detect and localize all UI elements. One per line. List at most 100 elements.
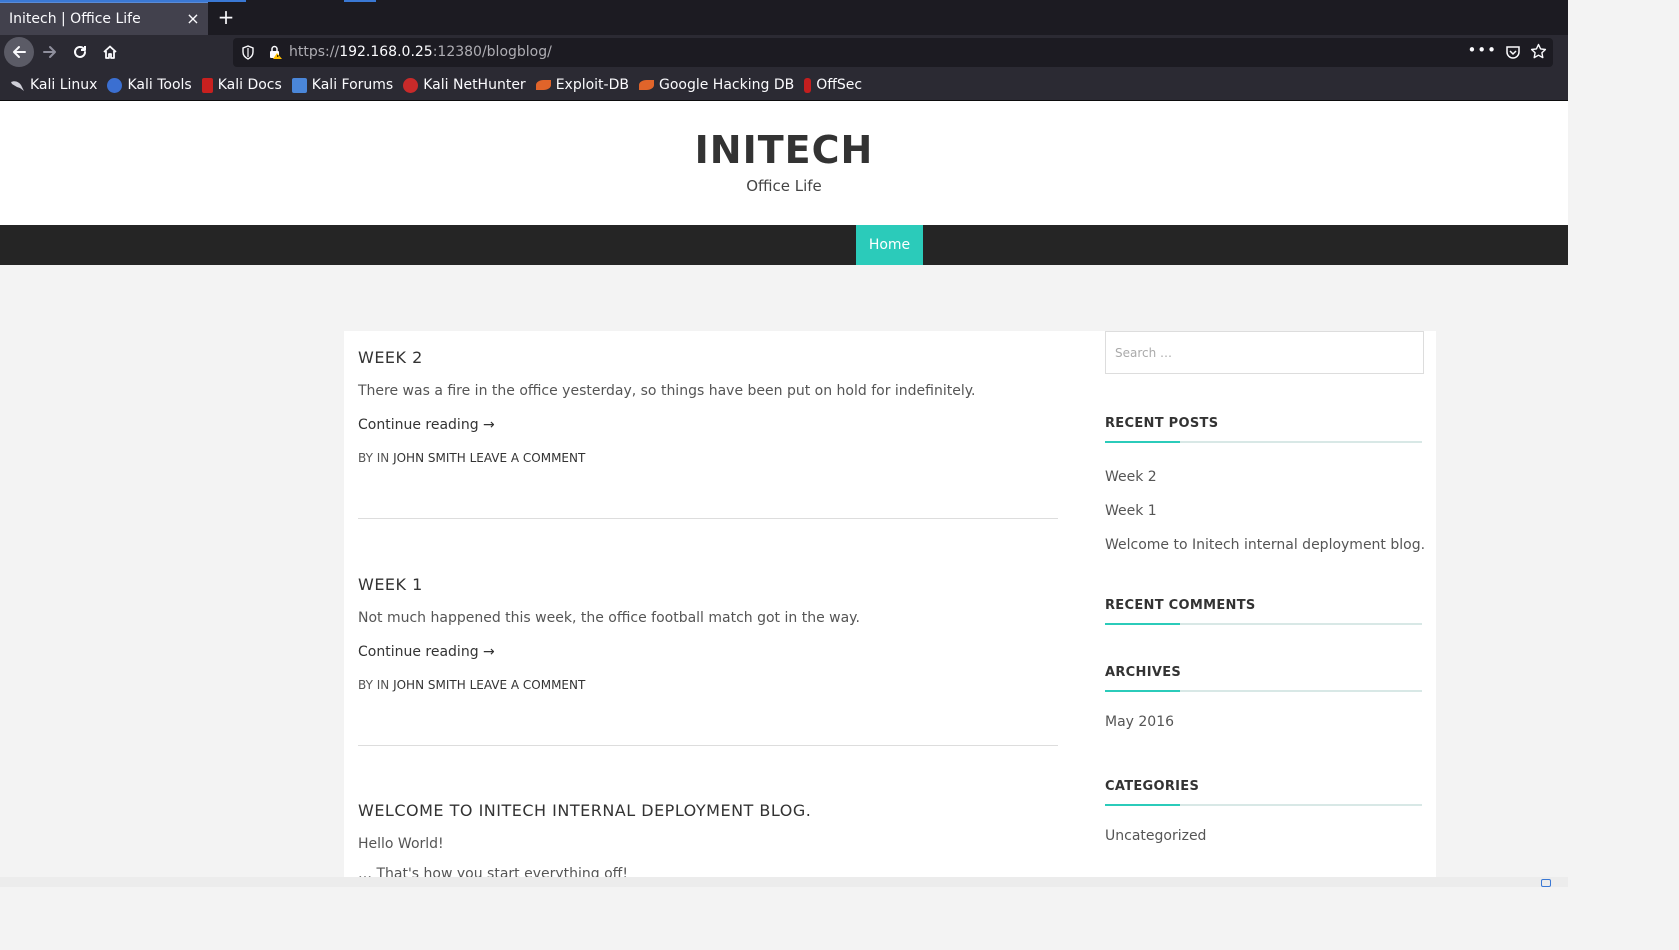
- content-area: WEEK 2 There was a fire in the office ye…: [344, 331, 1436, 887]
- kali-nethunter-icon: [403, 77, 419, 93]
- bookmark-kali-linux[interactable]: Kali Linux: [10, 74, 97, 96]
- recent-post-link[interactable]: Welcome to Initech internal deployment b…: [1105, 528, 1425, 562]
- leave-comment-link[interactable]: LEAVE A COMMENT: [470, 678, 586, 692]
- post-title[interactable]: WEEK 1: [358, 575, 1058, 594]
- url-text[interactable]: https://192.168.0.25:12380/blogblog/: [289, 44, 552, 60]
- bookmark-offsec[interactable]: OffSec: [804, 74, 862, 96]
- bookmark-label: Exploit-DB: [555, 77, 629, 93]
- reload-icon: [74, 45, 86, 58]
- widget-title: ARCHIVES: [1105, 665, 1182, 680]
- post-title[interactable]: WELCOME TO INITECH INTERNAL DEPLOYMENT B…: [358, 801, 1058, 820]
- bookmarks-toolbar: Kali Linux Kali Tools Kali Docs Kali For…: [0, 70, 1568, 101]
- arrow-right-icon: [43, 46, 56, 58]
- post-meta: BY IN JOHN SMITH LEAVE A COMMENT: [358, 678, 1058, 692]
- kali-tools-icon: [107, 77, 123, 93]
- widget-title: CATEGORIES: [1105, 779, 1200, 794]
- back-button[interactable]: [4, 37, 34, 67]
- bookmark-label: Kali NetHunter: [423, 77, 526, 93]
- bookmark-star-icon[interactable]: [1530, 43, 1547, 60]
- widget-title: RECENT POSTS: [1105, 416, 1219, 431]
- post-week-2: WEEK 2 There was a fire in the office ye…: [358, 348, 1058, 465]
- post-title[interactable]: WEEK 2: [358, 348, 1058, 367]
- url-host: 192.168.0.25: [339, 44, 433, 60]
- bookmark-kali-tools[interactable]: Kali Tools: [107, 74, 192, 96]
- pocket-icon[interactable]: [1505, 44, 1521, 60]
- notification-icon[interactable]: [1541, 879, 1551, 887]
- bookmark-label: OffSec: [816, 77, 863, 93]
- main-navigation: Home: [0, 225, 1568, 265]
- bookmark-label: Kali Forums: [311, 77, 394, 93]
- widget-underline: [1105, 623, 1422, 625]
- offsec-icon: [804, 77, 812, 93]
- continue-reading-link[interactable]: Continue reading →: [358, 417, 1058, 433]
- tab-initech[interactable]: Initech | Office Life ×: [0, 2, 208, 35]
- url-path: :12380/blogblog/: [432, 44, 552, 60]
- widget-recent-comments: RECENT COMMENTS: [1105, 598, 1422, 625]
- recent-posts-list: Week 2 Week 1 Welcome to Initech interna…: [1105, 460, 1425, 562]
- continue-reading-link[interactable]: Continue reading →: [358, 644, 1058, 660]
- category-link[interactable]: Uncategorized: [1105, 819, 1422, 853]
- meta-prefix: BY IN: [358, 678, 394, 692]
- site-title[interactable]: INITECH: [0, 128, 1568, 172]
- tab-strip: Initech | Office Life × +: [0, 0, 1568, 35]
- arrow-left-icon: [13, 46, 26, 58]
- widget-categories: CATEGORIES Uncategorized: [1105, 779, 1422, 853]
- search-input[interactable]: [1106, 332, 1423, 373]
- kali-forums-icon: [291, 77, 307, 93]
- author-link[interactable]: JOHN SMITH: [393, 678, 466, 692]
- insecure-lock-icon[interactable]: [267, 44, 283, 60]
- exploit-db-icon: [535, 80, 551, 90]
- ghdb-icon: [638, 80, 654, 90]
- tab-title: Initech | Office Life: [9, 11, 141, 27]
- bookmark-kali-forums[interactable]: Kali Forums: [291, 74, 394, 96]
- post-meta: BY IN JOHN SMITH LEAVE A COMMENT: [358, 451, 1058, 465]
- author-link[interactable]: JOHN SMITH: [393, 451, 466, 465]
- tracking-shield-icon[interactable]: [241, 45, 255, 60]
- bookmark-kali-nethunter[interactable]: Kali NetHunter: [403, 74, 526, 96]
- widget-archives: ARCHIVES May 2016: [1105, 665, 1422, 739]
- post-excerpt: Hello World!: [358, 836, 444, 852]
- forward-button[interactable]: [35, 37, 65, 67]
- home-button[interactable]: [95, 37, 125, 67]
- reload-button[interactable]: [65, 37, 95, 67]
- post-week-1: WEEK 1 Not much happened this week, the …: [358, 575, 1058, 692]
- search-field[interactable]: [1105, 331, 1424, 374]
- widget-underline: [1105, 804, 1422, 806]
- post-welcome: WELCOME TO INITECH INTERNAL DEPLOYMENT B…: [358, 801, 1058, 882]
- navigation-toolbar: https://192.168.0.25:12380/blogblog/ •••: [0, 35, 1568, 70]
- bookmark-label: Kali Linux: [30, 77, 98, 93]
- url-bar[interactable]: https://192.168.0.25:12380/blogblog/ •••: [233, 38, 1553, 67]
- post-divider: [358, 518, 1058, 519]
- leave-comment-link[interactable]: LEAVE A COMMENT: [470, 451, 586, 465]
- tab-accent-line-2: [344, 0, 376, 2]
- bookmark-label: Kali Tools: [127, 77, 192, 93]
- bookmark-exploit-db[interactable]: Exploit-DB: [535, 74, 629, 96]
- home-icon: [103, 45, 117, 59]
- page-actions-menu-icon[interactable]: •••: [1467, 41, 1497, 59]
- widget-title: RECENT COMMENTS: [1105, 598, 1256, 613]
- widget-underline: [1105, 690, 1422, 692]
- site-description: Office Life: [746, 177, 822, 195]
- post-excerpt: There was a fire in the office yesterday…: [358, 383, 976, 399]
- post-excerpt: Not much happened this week, the office …: [358, 610, 860, 626]
- new-tab-button[interactable]: +: [214, 5, 238, 29]
- archives-list: May 2016: [1105, 705, 1422, 739]
- bookmark-kali-docs[interactable]: Kali Docs: [201, 74, 282, 96]
- recent-post-link[interactable]: Week 2: [1105, 460, 1422, 494]
- bookmark-label: Kali Docs: [217, 77, 282, 93]
- horizontal-scrollbar[interactable]: [0, 877, 1568, 887]
- bookmark-google-hacking-db[interactable]: Google Hacking DB: [638, 74, 795, 96]
- bookmark-label: Google Hacking DB: [658, 77, 795, 93]
- browser-chrome: Initech | Office Life × + https://192.16…: [0, 0, 1568, 101]
- recent-post-link[interactable]: Week 1: [1105, 494, 1422, 528]
- categories-list: Uncategorized: [1105, 819, 1422, 853]
- meta-prefix: BY IN: [358, 451, 394, 465]
- post-divider: [358, 745, 1058, 746]
- close-tab-icon[interactable]: ×: [183, 8, 203, 30]
- widget-recent-posts: RECENT POSTS Week 2 Week 1 Welcome to In…: [1105, 416, 1425, 562]
- url-prefix: https://: [289, 44, 340, 60]
- site-header: INITECH Office Life: [0, 101, 1568, 225]
- kali-dragon-icon: [10, 78, 25, 93]
- archive-link[interactable]: May 2016: [1105, 705, 1422, 739]
- nav-item-home[interactable]: Home: [856, 225, 923, 265]
